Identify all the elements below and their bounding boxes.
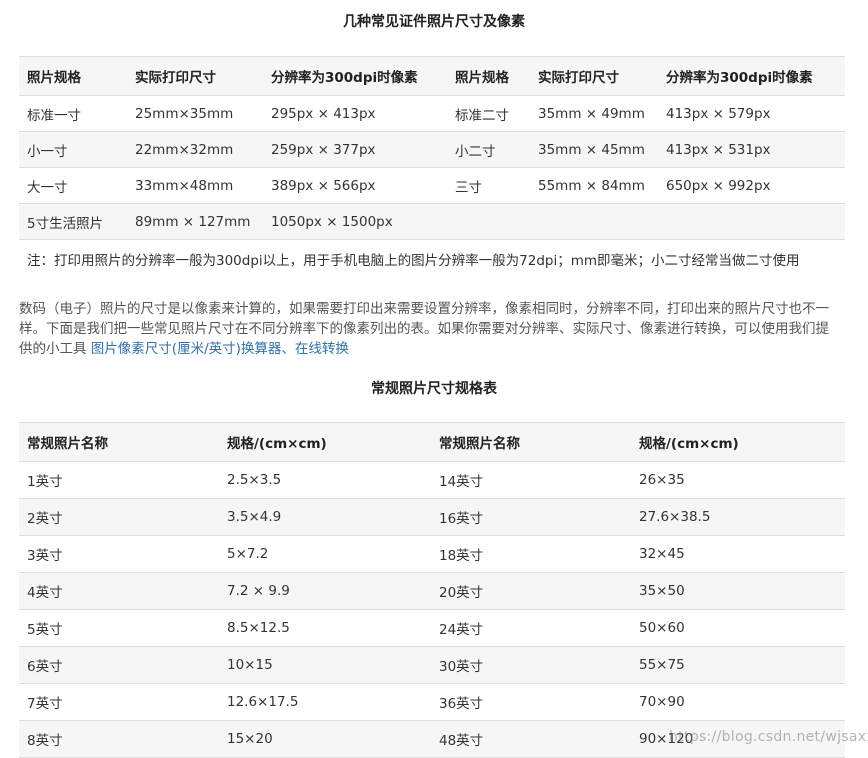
header-cell: 分辨率为300dpi时像素 — [658, 56, 845, 96]
standard-photo-size-table: 常规照片名称 规格/(cm×cm) 常规照片名称 规格/(cm×cm) 1英寸 2… — [19, 422, 845, 758]
table-row: 4英寸 7.2 × 9.9 20英寸 35×50 — [19, 572, 845, 610]
table-row: 5英寸 8.5×12.5 24英寸 50×60 — [19, 609, 845, 647]
table-cell: 标准二寸 — [447, 95, 530, 132]
table-cell: 16英寸 — [431, 498, 631, 536]
table-cell: 15×20 — [219, 720, 431, 758]
table-cell — [447, 203, 530, 240]
table-cell: 259px × 377px — [263, 131, 447, 168]
note-text: 注：打印用照片的分辨率一般为300dpi以上，用于手机电脑上的图片分辨率一般为7… — [19, 239, 845, 279]
table-cell: 6英寸 — [19, 646, 219, 684]
table1-title: 几种常见证件照片尺寸及像素 — [343, 14, 525, 30]
table-cell: 3英寸 — [19, 535, 219, 573]
table-cell: 20英寸 — [431, 572, 631, 610]
header-cell: 常规照片名称 — [19, 422, 219, 462]
table-cell: 27.6×38.5 — [631, 498, 845, 536]
table-row: 小一寸 22mm×32mm 259px × 377px 小二寸 35mm × 45mm 4… — [19, 131, 845, 168]
table-cell: 89mm × 127mm — [127, 203, 263, 240]
table-cell: 25mm×35mm — [127, 95, 263, 132]
table-row: 大一寸 33mm×48mm 389px × 566px 三寸 55mm × 84mm 65… — [19, 167, 845, 204]
description-paragraph: 数码（电子）照片的尺寸是以像素来计算的，如果需要打印出来需要设置分辨率，像素相同… — [19, 299, 839, 359]
table-cell — [658, 203, 845, 240]
table2-title: 常规照片尺寸规格表 — [371, 381, 497, 397]
table-cell: 7英寸 — [19, 683, 219, 721]
table-row: 3英寸 5×7.2 18英寸 32×45 — [19, 535, 845, 573]
table-cell: 标准一寸 — [19, 95, 127, 132]
separator: 、 — [281, 341, 295, 357]
header-cell: 规格/(cm×cm) — [631, 422, 845, 462]
header-cell: 常规照片名称 — [431, 422, 631, 462]
table-cell: 3.5×4.9 — [219, 498, 431, 536]
header-cell: 照片规格 — [19, 56, 127, 96]
table-cell: 5寸生活照片 — [19, 203, 127, 240]
table-cell: 22mm×32mm — [127, 131, 263, 168]
table-cell: 48英寸 — [431, 720, 631, 758]
table-cell: 33mm×48mm — [127, 167, 263, 204]
table-cell: 小二寸 — [447, 131, 530, 168]
watermark: https://blog.csdn.net/wjsaxx — [669, 729, 868, 745]
table-cell: 30英寸 — [431, 646, 631, 684]
table-row: 5寸生活照片 89mm × 127mm 1050px × 1500px — [19, 203, 845, 240]
table-cell: 26×35 — [631, 461, 845, 499]
pixel-size-converter-link[interactable]: 图片像素尺寸(厘米/英寸)换算器 — [91, 341, 282, 357]
table-cell: 36英寸 — [431, 683, 631, 721]
table-cell: 2英寸 — [19, 498, 219, 536]
table-cell: 70×90 — [631, 683, 845, 721]
table-cell: 小一寸 — [19, 131, 127, 168]
header-cell: 实际打印尺寸 — [530, 56, 658, 96]
table-cell: 35mm × 49mm — [530, 95, 658, 132]
table-cell: 三寸 — [447, 167, 530, 204]
table-cell: 50×60 — [631, 609, 845, 647]
table-cell: 295px × 413px — [263, 95, 447, 132]
online-convert-link[interactable]: 在线转换 — [295, 341, 349, 357]
table-row: 1英寸 2.5×3.5 14英寸 26×35 — [19, 461, 845, 499]
table-row: 2英寸 3.5×4.9 16英寸 27.6×38.5 — [19, 498, 845, 536]
table-cell: 7.2 × 9.9 — [219, 572, 431, 610]
table-row: 6英寸 10×15 30英寸 55×75 — [19, 646, 845, 684]
table-cell: 5英寸 — [19, 609, 219, 647]
table-cell: 5×7.2 — [219, 535, 431, 573]
table-cell: 10×15 — [219, 646, 431, 684]
table-cell: 24英寸 — [431, 609, 631, 647]
table-cell: 12.6×17.5 — [219, 683, 431, 721]
table-cell: 14英寸 — [431, 461, 631, 499]
table-cell: 32×45 — [631, 535, 845, 573]
table-row: 7英寸 12.6×17.5 36英寸 70×90 — [19, 683, 845, 721]
header-cell: 规格/(cm×cm) — [219, 422, 431, 462]
table-row: 标准一寸 25mm×35mm 295px × 413px 标准二寸 35mm × 49m… — [19, 95, 845, 132]
table-cell: 35mm × 45mm — [530, 131, 658, 168]
id-photo-size-table: 照片规格 实际打印尺寸 分辨率为300dpi时像素 照片规格 实际打印尺寸 分辨… — [19, 56, 845, 279]
table-cell: 2.5×3.5 — [219, 461, 431, 499]
table-cell: 413px × 579px — [658, 95, 845, 132]
table-cell: 18英寸 — [431, 535, 631, 573]
table-cell — [530, 203, 658, 240]
header-cell: 照片规格 — [447, 56, 530, 96]
table-cell: 413px × 531px — [658, 131, 845, 168]
table-cell: 8.5×12.5 — [219, 609, 431, 647]
header-cell: 分辨率为300dpi时像素 — [263, 56, 447, 96]
table-cell: 35×50 — [631, 572, 845, 610]
table-cell: 55×75 — [631, 646, 845, 684]
table-cell: 389px × 566px — [263, 167, 447, 204]
table-cell: 4英寸 — [19, 572, 219, 610]
table-cell: 1英寸 — [19, 461, 219, 499]
table-cell: 8英寸 — [19, 720, 219, 758]
table-cell: 1050px × 1500px — [263, 203, 447, 240]
table-cell: 55mm × 84mm — [530, 167, 658, 204]
header-cell: 实际打印尺寸 — [127, 56, 263, 96]
table-cell: 大一寸 — [19, 167, 127, 204]
note-row: 注：打印用照片的分辨率一般为300dpi以上，用于手机电脑上的图片分辨率一般为7… — [19, 239, 845, 279]
table-cell: 650px × 992px — [658, 167, 845, 204]
